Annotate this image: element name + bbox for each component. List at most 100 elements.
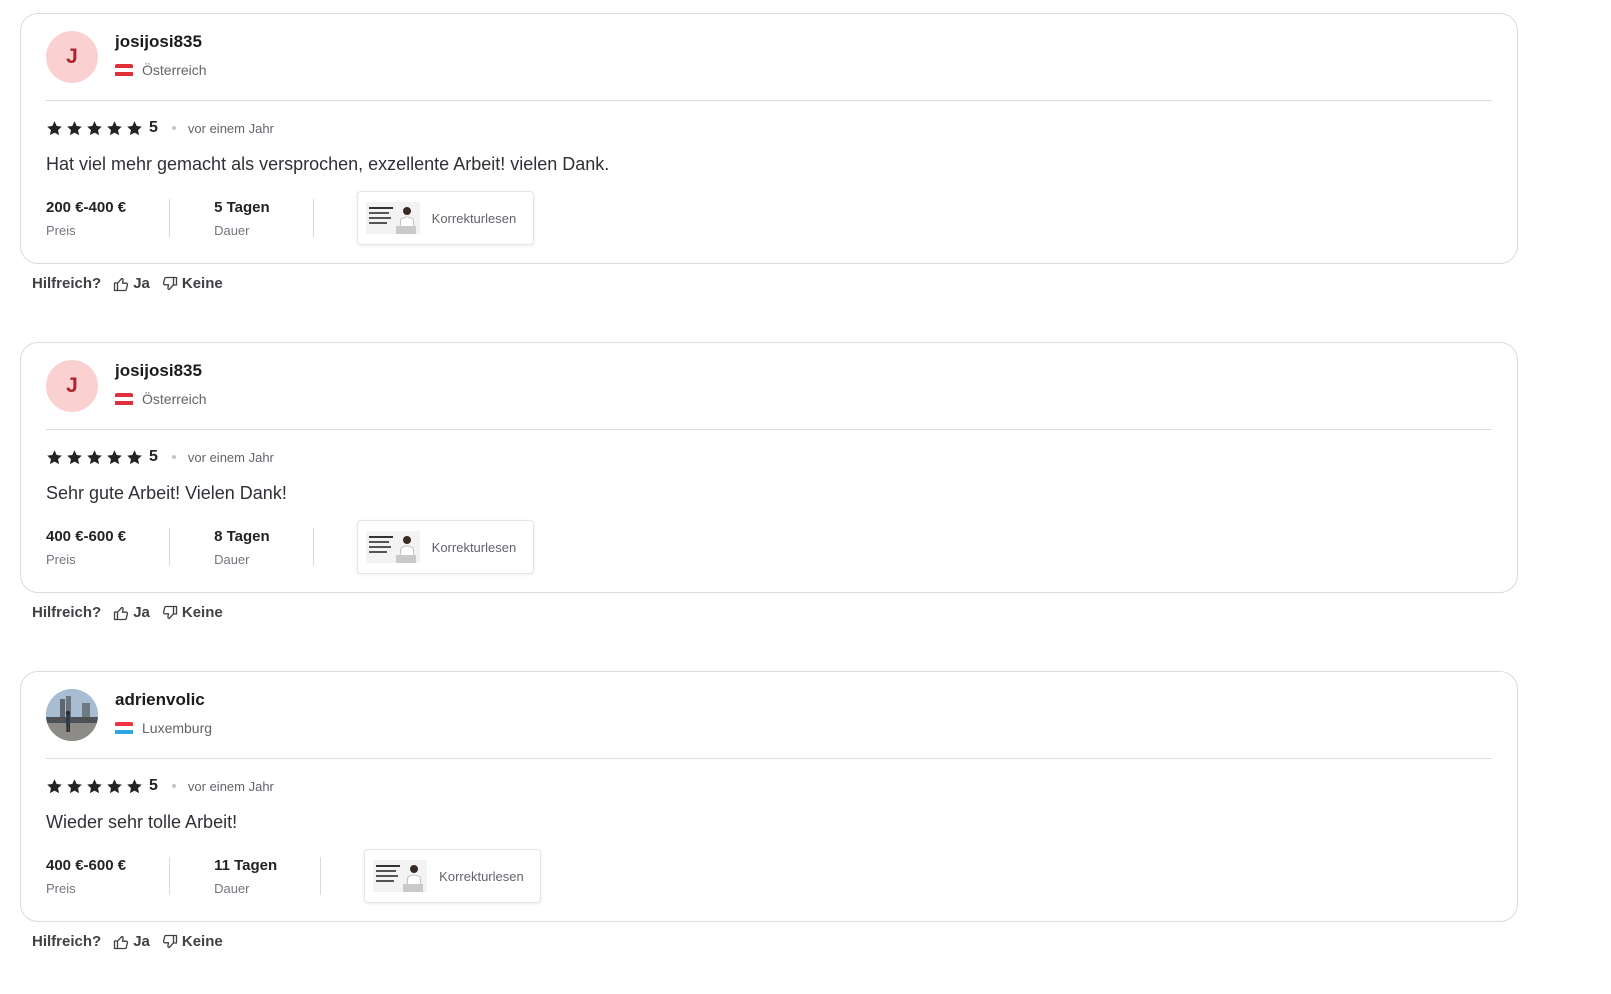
duration-info: 5 Tagen Dauer <box>214 199 270 238</box>
meta-divider <box>169 199 171 237</box>
thumbs-down-icon <box>162 276 178 290</box>
price-label: Preis <box>46 222 76 238</box>
review-time: vor einem Jahr <box>187 120 274 136</box>
star-rating <box>46 449 143 466</box>
service-card[interactable]: Korrekturlesen <box>356 191 534 245</box>
service-name: Korrekturlesen <box>431 539 517 555</box>
service-card[interactable]: Korrekturlesen <box>364 849 542 903</box>
reviewer-country: Österreich <box>115 62 207 78</box>
helpful-bar: Hilfreich? Ja Keine <box>32 933 223 950</box>
duration-value: 8 Tagen <box>214 527 270 545</box>
separator-dot <box>171 455 176 459</box>
review-meta: 400 €-600 € Preis 8 Tagen Dauer Korrektu… <box>46 520 534 574</box>
separator-dot <box>171 784 176 788</box>
rating-score: 5 <box>149 448 158 465</box>
helpful-yes-label: Ja <box>133 604 150 621</box>
service-name: Korrekturlesen <box>431 210 517 226</box>
avatar[interactable] <box>46 689 98 741</box>
separator-dot <box>171 126 176 130</box>
rating-score: 5 <box>149 119 158 136</box>
username[interactable]: josijosi835 <box>115 32 202 52</box>
helpful-label: Hilfreich? <box>32 275 102 292</box>
divider <box>46 429 1492 430</box>
service-thumbnail <box>365 202 420 234</box>
star-rating <box>46 778 143 795</box>
avatar-photo <box>46 689 98 741</box>
star-icon <box>47 120 62 135</box>
review-time: vor einem Jahr <box>187 778 274 794</box>
duration-info: 11 Tagen Dauer <box>214 857 277 896</box>
meta-divider <box>312 199 314 237</box>
avatar[interactable]: J <box>46 360 98 412</box>
star-icon <box>87 120 102 135</box>
meta-divider <box>169 857 171 895</box>
thumbs-up-icon <box>114 277 129 291</box>
username[interactable]: josijosi835 <box>115 361 202 381</box>
review-item: adrienvolic Luxemburg 5 vor einem Jahr W… <box>20 671 1518 950</box>
star-icon <box>87 778 102 793</box>
avatar[interactable]: J <box>46 31 98 83</box>
review-meta: 400 €-600 € Preis 11 Tagen Dauer Korrekt… <box>46 849 542 903</box>
meta-divider <box>320 857 322 895</box>
meta-divider <box>169 528 171 566</box>
helpful-no-label: Keine <box>181 933 223 950</box>
thumbs-down-icon <box>162 605 178 619</box>
helpful-label: Hilfreich? <box>32 604 102 621</box>
star-icon <box>107 778 122 793</box>
helpful-yes-label: Ja <box>133 933 150 950</box>
price-label: Preis <box>46 551 76 567</box>
helpful-yes-button[interactable]: Ja <box>113 933 150 950</box>
helpful-bar: Hilfreich? Ja Keine <box>32 604 223 621</box>
austria-flag-icon <box>115 392 133 406</box>
price-info: 400 €-600 € Preis <box>46 857 126 896</box>
rating-row: 5 vor einem Jahr <box>46 118 274 138</box>
divider <box>46 758 1492 759</box>
helpful-yes-button[interactable]: Ja <box>113 604 150 621</box>
star-icon <box>47 778 62 793</box>
luxembourg-flag-icon <box>115 721 133 735</box>
country-name: Österreich <box>142 62 207 78</box>
review-item: J josijosi835 Österreich 5 vor einem Jah… <box>20 342 1518 621</box>
price-label: Preis <box>46 880 76 896</box>
price-value: 400 €-600 € <box>46 527 127 545</box>
rating-score: 5 <box>149 777 158 794</box>
price-value: 200 €-400 € <box>46 198 127 216</box>
helpful-no-button[interactable]: Keine <box>162 275 223 292</box>
country-name: Österreich <box>142 391 207 407</box>
review-text: Hat viel mehr gemacht als versprochen, e… <box>46 154 610 174</box>
divider <box>46 100 1492 101</box>
star-icon <box>67 449 82 464</box>
price-info: 200 €-400 € Preis <box>46 199 126 238</box>
helpful-no-button[interactable]: Keine <box>162 933 223 950</box>
reviewer-country: Österreich <box>115 391 207 407</box>
star-icon <box>67 778 82 793</box>
helpful-yes-label: Ja <box>133 275 150 292</box>
review-card: J josijosi835 Österreich 5 vor einem Jah… <box>20 342 1518 593</box>
star-icon <box>107 120 122 135</box>
helpful-no-label: Keine <box>181 275 223 292</box>
meta-divider <box>312 528 314 566</box>
rating-row: 5 vor einem Jahr <box>46 447 274 467</box>
star-icon <box>107 449 122 464</box>
rating-row: 5 vor einem Jahr <box>46 776 274 796</box>
review-time: vor einem Jahr <box>187 449 274 465</box>
star-icon <box>127 120 142 135</box>
helpful-bar: Hilfreich? Ja Keine <box>32 275 223 292</box>
helpful-yes-button[interactable]: Ja <box>113 275 150 292</box>
helpful-no-button[interactable]: Keine <box>162 604 223 621</box>
helpful-no-label: Keine <box>181 604 223 621</box>
review-card: J josijosi835 Österreich 5 vor einem Jah… <box>20 13 1518 264</box>
service-card[interactable]: Korrekturlesen <box>356 520 534 574</box>
username[interactable]: adrienvolic <box>115 690 205 710</box>
review-meta: 200 €-400 € Preis 5 Tagen Dauer Korrektu… <box>46 191 534 245</box>
reviewer-country: Luxemburg <box>115 720 212 736</box>
price-info: 400 €-600 € Preis <box>46 528 126 567</box>
country-name: Luxemburg <box>142 720 213 736</box>
thumbs-up-icon <box>114 606 129 620</box>
review-text: Sehr gute Arbeit! Vielen Dank! <box>46 483 287 503</box>
review-item: J josijosi835 Österreich 5 vor einem Jah… <box>20 13 1518 292</box>
thumbs-up-icon <box>114 935 129 949</box>
duration-label: Dauer <box>214 880 250 896</box>
star-icon <box>127 449 142 464</box>
service-thumbnail <box>365 531 420 563</box>
